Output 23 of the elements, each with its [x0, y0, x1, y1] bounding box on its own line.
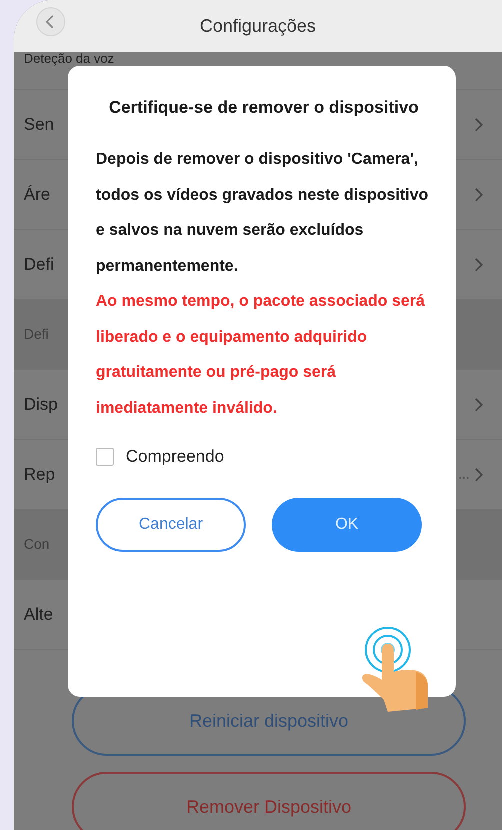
- setting-label: Alte: [24, 604, 54, 626]
- setting-label: Deteção da voz: [24, 52, 114, 66]
- chevron-right-icon[interactable]: [474, 396, 484, 412]
- remove-device-button[interactable]: Remover Dispositivo: [72, 772, 466, 830]
- setting-label: Áre: [24, 184, 50, 206]
- chevron-right-icon[interactable]: [474, 186, 484, 202]
- setting-label: Rep: [24, 464, 56, 486]
- dialog-title: Certifique-se de remover o dispositivo: [108, 97, 420, 119]
- cancel-button[interactable]: Cancelar: [96, 498, 246, 552]
- setting-label: Sen: [24, 114, 54, 136]
- page-title: Configurações: [200, 14, 316, 38]
- warning-message: Ao mesmo tempo, o pacote associado será liberado e o equipamento adquirido gratuitamente ou pré-pago será imediatamente inválido.: [96, 292, 426, 418]
- setting-label: Defi: [24, 254, 54, 276]
- dialog-message: Depois de remover o dispositivo 'Camera', todos os vídeos gravados neste dispositivo e salvos na nuvem serão excluídos permanentemente.: [96, 150, 430, 276]
- chevron-right-icon[interactable]: [474, 466, 484, 482]
- chevron-right-icon[interactable]: [474, 256, 484, 272]
- setting-value: ...: [458, 465, 470, 484]
- checkbox-label: Compreendo: [126, 446, 224, 468]
- checkbox[interactable]: [96, 448, 114, 466]
- back-icon[interactable]: [36, 7, 66, 37]
- chevron-right-icon[interactable]: [474, 116, 484, 132]
- setting-label: Disp: [24, 394, 58, 416]
- ok-button[interactable]: OK: [272, 498, 422, 552]
